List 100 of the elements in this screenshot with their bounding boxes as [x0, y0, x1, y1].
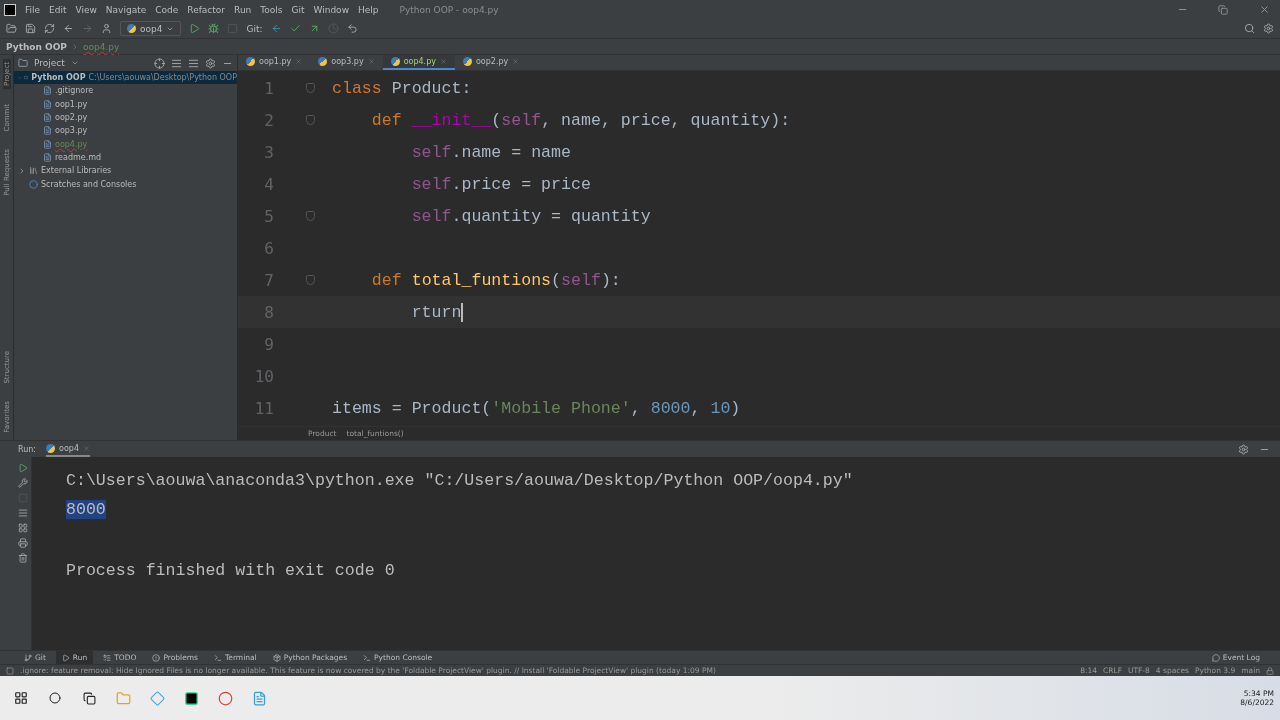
line-number: 4	[263, 174, 275, 194]
tree-item[interactable]: External Libraries	[14, 164, 237, 178]
console-line: Process finished with exit code 0	[66, 561, 395, 580]
editor-tab[interactable]: oop4.py	[382, 55, 455, 70]
settings-icon[interactable]	[205, 57, 216, 69]
panel-title[interactable]: Project	[34, 58, 65, 68]
file-icon	[43, 113, 52, 123]
breadcrumb-item[interactable]: Python OOP	[6, 41, 67, 52]
refresh-icon[interactable]	[44, 23, 55, 34]
tree-item[interactable]: Python OOP C:\Users\aouwa\Desktop\Python OOP	[14, 71, 237, 85]
code-line: rturn	[410, 302, 464, 322]
tree-item[interactable]: oop2.py	[14, 110, 237, 125]
code-line: self.quantity = quantity	[410, 206, 651, 226]
expand-all-icon[interactable]	[171, 57, 182, 69]
user-icon[interactable]	[101, 23, 112, 34]
speech-bubble-icon	[1211, 653, 1220, 662]
close-icon[interactable]	[295, 58, 303, 65]
line-number: 2	[263, 110, 275, 130]
menu-item[interactable]: Run	[234, 4, 252, 15]
check-icon[interactable]	[289, 23, 301, 34]
tree-item[interactable]: readme.md	[14, 150, 237, 165]
code-line: class Product:	[332, 78, 472, 98]
print-icon[interactable]	[17, 538, 28, 548]
terminal-icon	[214, 653, 222, 662]
close-icon[interactable]	[439, 58, 447, 65]
line-number: 9	[263, 334, 275, 354]
run-icon[interactable]	[189, 23, 201, 34]
run-tab[interactable]: oop4	[46, 441, 90, 457]
close-icon[interactable]	[1258, 4, 1270, 15]
run-label: Run:	[18, 444, 37, 454]
forward-icon[interactable]	[82, 23, 93, 34]
line-number: 6	[263, 238, 275, 258]
line-number: 7	[263, 270, 275, 290]
library-icon	[29, 166, 38, 176]
file-icon	[43, 86, 52, 96]
run-config-dropdown[interactable]: oop4	[120, 21, 182, 36]
code-line: def __init__(self, name, price, quantity):	[370, 110, 791, 130]
line-number: 1	[263, 78, 275, 98]
code-line: items = Product('Mobile Phone', 8000, 10)	[332, 398, 741, 418]
console-line: C:\Users\aouwa\anaconda3\python.exe "C:/Users/aouwa/Desktop/Python OOP/oop4.py"	[66, 471, 853, 490]
git-label: Git:	[246, 23, 263, 34]
alert-icon	[152, 653, 161, 662]
tree-item[interactable]: oop1.py	[14, 97, 237, 111]
undo-icon[interactable]	[346, 23, 358, 34]
line-number: 5	[263, 206, 275, 226]
close-icon[interactable]	[367, 58, 375, 65]
line-number: 11	[253, 398, 275, 418]
menu-item[interactable]: View	[75, 4, 97, 15]
code-line: self.price = price	[410, 174, 591, 194]
settings-icon[interactable]	[1263, 23, 1274, 34]
line-number: 3	[263, 142, 275, 162]
collapse-all-icon[interactable]	[188, 57, 199, 69]
menu-item[interactable]: Window	[313, 4, 349, 15]
close-icon[interactable]	[83, 444, 90, 452]
file-icon	[43, 126, 52, 136]
window-title: Python OOP - oop4.py	[399, 4, 500, 15]
editor-tab[interactable]: oop2.py	[454, 55, 528, 70]
arrow-icon[interactable]	[270, 23, 282, 34]
trash-icon[interactable]	[17, 553, 28, 563]
lock-icon[interactable]	[1266, 666, 1274, 675]
list-icon	[103, 653, 112, 662]
menu-item[interactable]: File	[25, 4, 41, 15]
menu-item[interactable]: Code	[155, 4, 179, 15]
status-icon	[6, 666, 14, 675]
menu-item[interactable]: Help	[358, 4, 379, 15]
tree-item[interactable]: .gitignore	[14, 84, 237, 98]
play-icon	[61, 653, 70, 662]
app-logo	[4, 3, 16, 16]
wrap-icon[interactable]	[17, 508, 28, 518]
file-icon	[43, 152, 52, 162]
code-line: self.name = name	[410, 142, 571, 162]
console-icon	[363, 653, 372, 662]
close-icon[interactable]	[512, 58, 520, 65]
line-number: 10	[253, 366, 275, 386]
run-icon[interactable]	[17, 463, 28, 473]
menu-item[interactable]: Edit	[49, 4, 67, 15]
menu-item[interactable]: Navigate	[105, 4, 147, 15]
restore-icon[interactable]	[1218, 4, 1228, 15]
tree-item[interactable]: oop3.py	[14, 124, 237, 138]
branch-icon	[24, 653, 32, 662]
editor-tab[interactable]: oop1.py	[238, 55, 311, 70]
package-icon	[272, 653, 281, 662]
editor-tab[interactable]: oop3.py	[310, 55, 383, 70]
tree-item[interactable]: Scratches and Consoles	[14, 177, 237, 191]
wrench-icon[interactable]	[17, 478, 28, 488]
save-icon[interactable]	[25, 23, 36, 34]
menu-item[interactable]: Tools	[260, 4, 283, 15]
code-line: def total_funtions(self):	[370, 270, 621, 290]
settings-icon[interactable]	[1238, 443, 1249, 455]
back-icon[interactable]	[63, 23, 74, 34]
layout-icon[interactable]	[17, 523, 28, 533]
locate-icon[interactable]	[154, 57, 165, 69]
scratch-icon	[29, 179, 38, 189]
caret-icon[interactable]	[70, 59, 79, 67]
menu-item[interactable]: Refactor	[187, 4, 226, 15]
debug-icon[interactable]	[208, 23, 220, 34]
folder-icon[interactable]	[6, 23, 17, 34]
menu-item[interactable]: Git	[291, 4, 305, 15]
file-icon	[43, 139, 52, 149]
search-icon[interactable]	[1244, 23, 1255, 34]
